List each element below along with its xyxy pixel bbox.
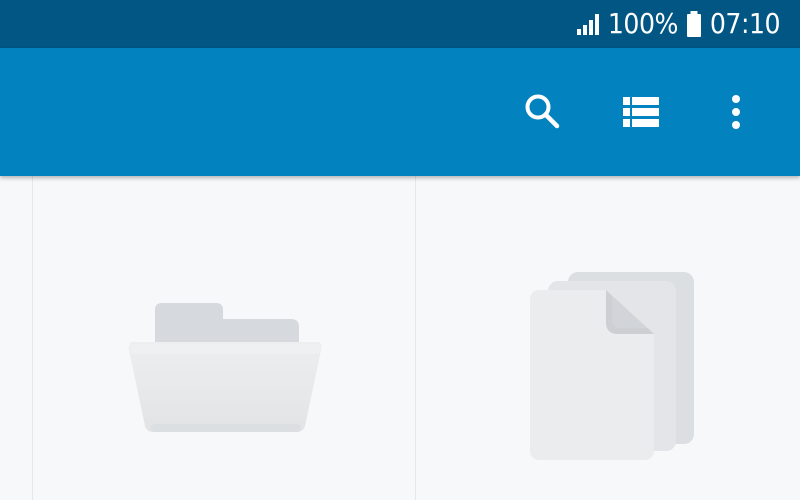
more-options-button[interactable] xyxy=(704,80,768,144)
status-bar: 100% 07:10 xyxy=(0,0,800,48)
documents-tile[interactable] xyxy=(416,176,800,500)
more-vert-icon xyxy=(730,94,742,130)
clock: 07:10 xyxy=(709,7,781,40)
list-view-icon xyxy=(623,96,659,128)
list-view-button[interactable] xyxy=(609,80,673,144)
app-bar xyxy=(0,48,800,176)
battery-percent: 100% xyxy=(607,7,679,40)
file-grid xyxy=(0,176,800,500)
search-icon xyxy=(523,92,563,132)
folder-icon xyxy=(127,300,323,434)
status-indicators: 100% 07:10 xyxy=(576,0,781,48)
battery-icon xyxy=(686,11,702,37)
signal-icon xyxy=(576,12,600,36)
folder-tile[interactable] xyxy=(33,176,415,500)
documents-icon xyxy=(526,270,698,462)
search-button[interactable] xyxy=(511,80,575,144)
